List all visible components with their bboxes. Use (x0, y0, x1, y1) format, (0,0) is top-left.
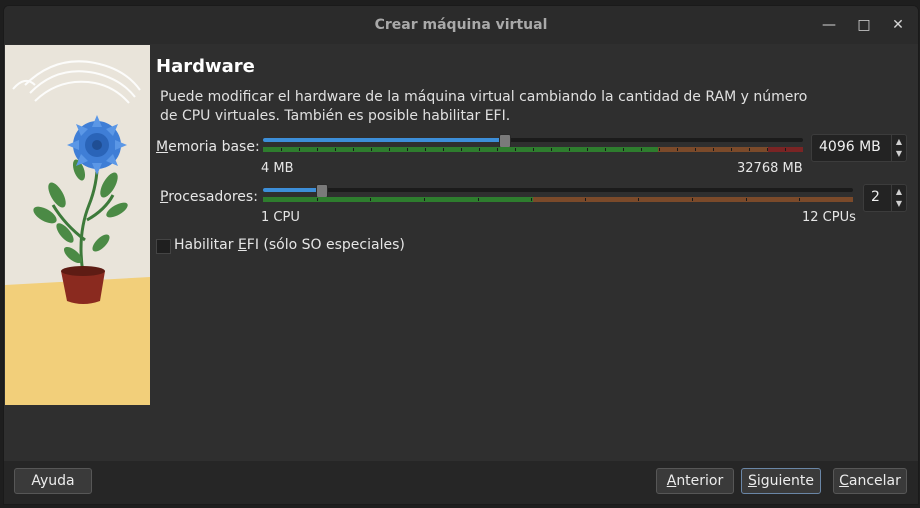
cpu-min-label: 1 CPU (261, 210, 300, 225)
slider-tick (749, 148, 750, 151)
slider-tick (443, 148, 444, 151)
maximize-icon[interactable]: □ (854, 15, 874, 35)
back-button-mnemonic: A (666, 473, 677, 489)
window-title: Crear máquina virtual (374, 17, 548, 33)
help-button[interactable]: Ayuda (14, 468, 92, 494)
next-button-mnemonic: S (747, 473, 757, 489)
cpu-slider-handle[interactable] (316, 184, 328, 198)
memory-slider-handle[interactable] (499, 134, 511, 148)
efi-label[interactable]: Habilitar EFI (sólo SO especiales) (174, 237, 405, 253)
chevron-down-icon[interactable]: ▼ (894, 198, 904, 210)
chevron-up-icon[interactable]: ▲ (894, 136, 904, 148)
chevron-down-icon[interactable]: ▼ (894, 148, 904, 160)
dialog-window: Crear máquina virtual — □ ✕ Hardware Pue… (3, 5, 919, 505)
cpu-slider-fill (263, 188, 321, 192)
slider-tick (371, 148, 372, 151)
page-description: Puede modificar el hardware de la máquin… (160, 89, 808, 124)
slider-tick (799, 198, 800, 201)
slider-tick (407, 148, 408, 151)
efi-checkbox[interactable] (156, 239, 171, 254)
slider-tick (659, 148, 660, 151)
memory-min-label: 4 MB (261, 161, 294, 176)
next-button[interactable]: Siguiente (741, 468, 821, 494)
slider-tick (424, 198, 425, 201)
back-button[interactable]: Anterior (656, 468, 734, 494)
slider-tick (569, 148, 570, 151)
slider-tick (623, 148, 624, 151)
memory-slider-fill (263, 138, 504, 142)
slider-tick (638, 198, 639, 201)
cpu-label-text: rocesadores: (168, 189, 258, 205)
cpu-max-label: 12 CPUs (802, 210, 856, 225)
slider-tick (731, 148, 732, 151)
slider-tick (317, 198, 318, 201)
page-title: Hardware (156, 56, 255, 77)
cpu-value[interactable]: 2 (871, 189, 880, 205)
cpu-range-bar (263, 197, 853, 202)
slider-tick (281, 148, 282, 151)
slider-tick (585, 198, 586, 201)
memory-label-mnemonic: M (156, 139, 169, 155)
efi-label-pre: Habilitar (174, 237, 238, 253)
slider-tick (497, 148, 498, 151)
cancel-button-text: ancelar (848, 473, 901, 489)
wizard-illustration (5, 45, 150, 405)
minimize-icon[interactable]: — (819, 15, 839, 35)
slider-tick (551, 148, 552, 151)
slider-tick (587, 148, 588, 151)
memory-spinbox-arrows: ▲ ▼ (891, 135, 906, 161)
close-icon[interactable]: ✕ (888, 15, 908, 35)
slider-tick (478, 198, 479, 201)
slider-tick (692, 198, 693, 201)
slider-tick (461, 148, 462, 151)
slider-tick (370, 198, 371, 201)
back-button-text: nterior (676, 473, 724, 489)
memory-label: Memoria base: (156, 139, 260, 155)
slider-tick (479, 148, 480, 151)
memory-spinbox[interactable]: 4096 MB ▲ ▼ (811, 134, 907, 162)
slider-tick (425, 148, 426, 151)
slider-tick (317, 148, 318, 151)
button-bar: Ayuda Anterior Siguiente Cancelar (4, 461, 918, 504)
memory-range-bar (263, 147, 803, 152)
slider-tick (677, 148, 678, 151)
memory-value[interactable]: 4096 MB (819, 139, 881, 155)
slider-tick (335, 148, 336, 151)
cpu-slider[interactable] (263, 184, 853, 209)
cpu-label-mnemonic: P (160, 189, 169, 205)
slider-tick (389, 148, 390, 151)
slider-tick (515, 148, 516, 151)
memory-slider[interactable] (263, 134, 803, 159)
slider-tick (533, 148, 534, 151)
title-bar[interactable]: Crear máquina virtual — □ ✕ (4, 6, 918, 44)
cpu-range-warn (533, 197, 853, 202)
efi-label-post: FI (sólo SO especiales) (246, 237, 405, 253)
slider-tick (605, 148, 606, 151)
slider-tick (695, 148, 696, 151)
cpu-spinbox[interactable]: 2 ▲ ▼ (863, 184, 907, 212)
efi-label-mnemonic: E (237, 237, 247, 253)
slider-tick (746, 198, 747, 201)
slider-tick (299, 148, 300, 151)
slider-tick (353, 148, 354, 151)
cpu-slider-track (263, 188, 853, 192)
slider-tick (767, 148, 768, 151)
cpu-spinbox-arrows: ▲ ▼ (891, 185, 906, 211)
slider-tick (531, 198, 532, 201)
cancel-button-mnemonic: C (839, 473, 849, 489)
cpu-label: Procesadores: (160, 189, 258, 205)
memory-max-label: 32768 MB (737, 161, 803, 176)
slider-tick (713, 148, 714, 151)
cpu-range-ok (263, 197, 533, 202)
next-button-text: iguiente (756, 473, 815, 489)
slider-tick (785, 148, 786, 151)
chevron-up-icon[interactable]: ▲ (894, 186, 904, 198)
slider-tick (641, 148, 642, 151)
memory-label-text: emoria base: (168, 139, 260, 155)
cancel-button[interactable]: Cancelar (833, 468, 907, 494)
